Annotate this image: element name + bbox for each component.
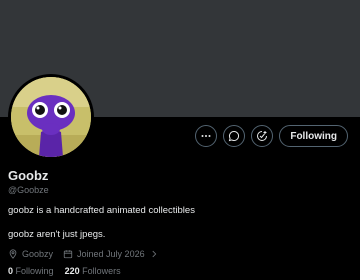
profile-name: Goobz — [8, 168, 49, 183]
joined-text: Joined July 2026 — [77, 249, 145, 259]
profile-actions: Following — [195, 125, 348, 147]
calendar-icon — [63, 250, 73, 259]
followers-label: Followers — [82, 266, 121, 276]
followers-count: 220 — [64, 266, 80, 276]
more-button[interactable] — [195, 125, 218, 147]
location-pin-icon — [9, 249, 17, 259]
location-item: Goobzy — [8, 249, 53, 259]
notify-icon — [257, 131, 268, 141]
joined-item[interactable]: Joined July 2026 — [63, 249, 159, 259]
avatar-frame — [8, 74, 94, 160]
profile-handle: @Goobze — [8, 185, 49, 195]
notify-button[interactable] — [251, 125, 274, 147]
following-count: 0 — [8, 266, 14, 276]
bio-line-2: goobz aren't just jpegs. — [8, 229, 106, 240]
following-button[interactable]: Following — [279, 125, 348, 147]
more-icon — [201, 135, 211, 137]
bio-line-1: goobz is a handcrafted animated collecti… — [8, 205, 195, 216]
followers-link[interactable]: 220 Followers — [65, 266, 121, 276]
message-icon — [229, 130, 240, 142]
profile-stats: 0 Following 220 Followers — [8, 266, 121, 276]
profile-meta: Goobzy Joined July 2026 — [8, 249, 159, 259]
following-link[interactable]: 0 Following — [8, 266, 54, 276]
avatar-image — [11, 77, 91, 157]
avatar[interactable] — [11, 77, 91, 157]
following-label: Following — [15, 266, 54, 276]
message-button[interactable] — [223, 125, 246, 147]
chevron-right-icon — [152, 250, 156, 258]
location-text: Goobzy — [22, 249, 54, 259]
